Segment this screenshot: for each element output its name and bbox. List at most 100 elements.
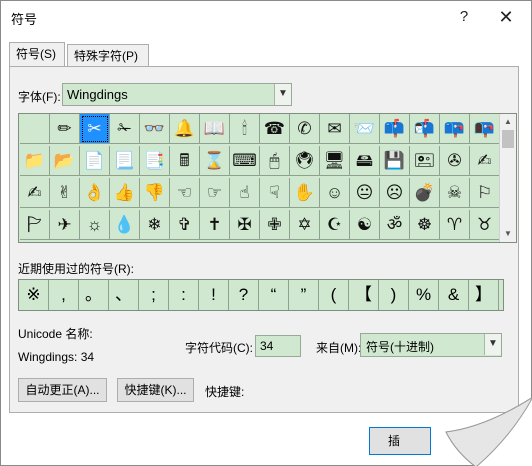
- symbol-cell[interactable]: ☼: [80, 210, 110, 240]
- font-select[interactable]: Wingdings ▼: [62, 83, 292, 106]
- chevron-down-icon[interactable]: ▼: [274, 84, 291, 105]
- symbol-cell[interactable]: ☪: [320, 210, 350, 240]
- scroll-up-icon[interactable]: ▲: [500, 114, 516, 130]
- symbol-cell[interactable]: 🔔: [170, 114, 200, 144]
- recent-symbol-cell[interactable]: 。: [79, 280, 109, 310]
- symbol-cell[interactable]: ☞: [200, 178, 230, 208]
- help-button[interactable]: ?: [451, 5, 477, 29]
- symbol-cell[interactable]: [20, 114, 50, 144]
- recent-symbol-cell[interactable]: 、: [109, 280, 139, 310]
- symbol-cell[interactable]: ☹: [380, 178, 410, 208]
- recent-symbol-cell[interactable]: (: [319, 280, 349, 310]
- tab-special-characters[interactable]: 特殊字符(P): [67, 44, 149, 67]
- symbol-cell[interactable]: 📫: [380, 114, 410, 144]
- symbol-cell[interactable]: ॐ: [380, 210, 410, 240]
- dialog-title: 符号: [11, 12, 38, 27]
- symbol-cell[interactable]: 💾: [380, 146, 410, 176]
- symbol-cell[interactable]: 📁: [20, 146, 50, 176]
- symbol-cell[interactable]: 📖: [200, 114, 230, 144]
- symbol-cell[interactable]: ✍: [470, 146, 500, 176]
- recent-symbol-cell[interactable]: ?: [229, 280, 259, 310]
- symbol-cell[interactable]: ✠: [230, 210, 260, 240]
- symbol-cell[interactable]: 🖲: [290, 146, 320, 176]
- symbol-cell[interactable]: 📑: [140, 146, 170, 176]
- from-select[interactable]: 符号(十进制) ▼: [360, 333, 502, 357]
- close-button[interactable]: ✕: [493, 5, 519, 29]
- symbol-cell[interactable]: ✌: [50, 178, 80, 208]
- symbol-cell[interactable]: ☟: [260, 178, 290, 208]
- recent-symbol-cell[interactable]: ”: [289, 280, 319, 310]
- symbol-cell[interactable]: 📂: [50, 146, 80, 176]
- recent-symbol-cell[interactable]: 】: [469, 280, 499, 310]
- symbol-cell[interactable]: ✙: [260, 210, 290, 240]
- recent-symbol-cell[interactable]: ,: [49, 280, 79, 310]
- tab-symbols[interactable]: 符号(S): [9, 42, 65, 67]
- symbol-cell[interactable]: 📃: [110, 146, 140, 176]
- symbol-cell[interactable]: ✁: [110, 114, 140, 144]
- grid-scrollbar[interactable]: ▲ ▼: [499, 114, 516, 242]
- symbol-cell[interactable]: ✞: [170, 210, 200, 240]
- symbol-grid: ♉ ♈ ☸ ॐ ☯ ☪ ✡ ✙ ✠ ✝ ✞ ❄ 💧 ☼ ✈ 🏱 ⚐ ☠ 💣 ☹ 😐 ☺ ✋ ☟ ☝ ☞ ☜ 👎 👍 👌 ✌ ✍ ✍ ✇ 🖭 💾 🖴 🖥 🖲 🖱…: [18, 113, 517, 243]
- chevron-down-icon[interactable]: ▼: [484, 334, 501, 355]
- recent-symbol-cell[interactable]: %: [409, 280, 439, 310]
- symbol-cell[interactable]: 👓: [140, 114, 170, 144]
- symbol-cell[interactable]: 💧: [110, 210, 140, 240]
- symbol-cell[interactable]: ✋: [290, 178, 320, 208]
- recent-symbol-cell[interactable]: :: [169, 280, 199, 310]
- autocorrect-button[interactable]: 自动更正(A)...: [18, 378, 107, 402]
- symbol-cell[interactable]: 📨: [350, 114, 380, 144]
- recent-symbol-cell[interactable]: “: [259, 280, 289, 310]
- symbol-cell[interactable]: 👌: [80, 178, 110, 208]
- symbol-cell[interactable]: 💣: [410, 178, 440, 208]
- symbol-cell[interactable]: ☯: [350, 210, 380, 240]
- symbol-cell[interactable]: ✍: [20, 178, 50, 208]
- symbol-cell[interactable]: ☎: [260, 114, 290, 144]
- char-code-input[interactable]: 34: [255, 335, 301, 357]
- recent-symbol-cell[interactable]: ): [379, 280, 409, 310]
- scroll-down-icon[interactable]: ▼: [500, 226, 516, 242]
- symbol-cell[interactable]: 👎: [140, 178, 170, 208]
- symbol-cell[interactable]: ✇: [440, 146, 470, 176]
- font-label: 字体(F):: [18, 90, 61, 104]
- symbol-cell[interactable]: ⌨: [230, 146, 260, 176]
- symbol-cell[interactable]: ☝: [230, 178, 260, 208]
- symbol-cell[interactable]: 😐: [350, 178, 380, 208]
- recent-symbol-cell[interactable]: 【: [349, 280, 379, 310]
- symbol-cell[interactable]: 🖩: [170, 146, 200, 176]
- symbol-cell[interactable]: ♉: [470, 210, 500, 240]
- symbol-cell[interactable]: ❄: [140, 210, 170, 240]
- symbol-cell[interactable]: ♈: [440, 210, 470, 240]
- scroll-thumb[interactable]: [502, 130, 514, 148]
- symbol-cell[interactable]: ✡: [290, 210, 320, 240]
- symbol-cell[interactable]: 📪: [440, 114, 470, 144]
- symbol-cell[interactable]: ⌛: [200, 146, 230, 176]
- recent-symbol-cell[interactable]: &: [439, 280, 469, 310]
- recent-symbol-cell[interactable]: ※: [19, 280, 49, 310]
- symbol-cell[interactable]: ☠: [440, 178, 470, 208]
- symbol-cell[interactable]: 📬: [410, 114, 440, 144]
- symbol-cell[interactable]: ✆: [290, 114, 320, 144]
- recent-symbol-cell[interactable]: !: [199, 280, 229, 310]
- symbol-cell[interactable]: ☺: [320, 178, 350, 208]
- symbol-dialog: 符号 ? ✕ 符号(S) 特殊字符(P) 字体(F): Wingdings ▼ …: [0, 0, 532, 466]
- symbol-cell[interactable]: 📭: [470, 114, 500, 144]
- symbol-cell[interactable]: 📄: [80, 146, 110, 176]
- symbol-cell[interactable]: ☸: [410, 210, 440, 240]
- symbol-cell[interactable]: 🖭: [410, 146, 440, 176]
- symbol-cell[interactable]: 🖱: [260, 146, 290, 176]
- symbol-cell[interactable]: 🖥: [320, 146, 350, 176]
- symbol-cell[interactable]: ⚐: [470, 178, 500, 208]
- page-curl-decoration: [445, 397, 532, 466]
- symbol-cell[interactable]: 🖴: [350, 146, 380, 176]
- symbol-cell[interactable]: ✝: [200, 210, 230, 240]
- symbol-cell[interactable]: ☜: [170, 178, 200, 208]
- symbol-cell[interactable]: 🏱: [20, 210, 50, 240]
- symbol-cell[interactable]: 🕯: [230, 114, 260, 144]
- symbol-cell[interactable]: ✈: [50, 210, 80, 240]
- symbol-cell[interactable]: ✏: [50, 114, 80, 144]
- symbol-cell[interactable]: 👍: [110, 178, 140, 208]
- shortcut-key-button[interactable]: 快捷键(K)...: [117, 378, 194, 402]
- symbol-cell[interactable]: ✉: [320, 114, 350, 144]
- recent-symbol-cell[interactable]: ;: [139, 280, 169, 310]
- symbol-cell[interactable]: ✂: [80, 114, 110, 144]
